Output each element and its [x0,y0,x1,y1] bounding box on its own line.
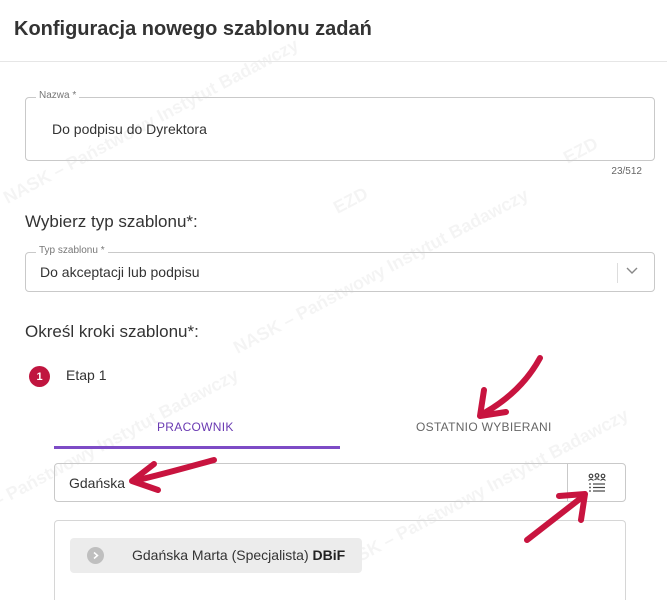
name-field[interactable]: Nazwa * Do podpisu do Dyrektora [25,90,655,161]
template-type-heading: Wybierz typ szablonu*: [25,212,198,231]
people-list-icon [587,472,606,492]
annotation-arrow-tab [477,355,543,419]
search-value[interactable]: Gdańska [69,475,125,491]
employee-search-input[interactable]: Gdańska [54,463,626,502]
name-char-counter: 23/512 [611,166,642,177]
steps-heading: Określ kroki szablonu*: [25,322,199,341]
template-type-value: Do akceptacji lub podpisu [40,264,200,280]
tab-ostatnio-wybierani[interactable]: OSTATNIO WYBIERANI [416,420,552,434]
active-tab-indicator [54,446,340,449]
page-title: Konfiguracja nowego szablonu zadań [14,18,372,40]
result-name-text: Gdańska Marta (Specjalista) [132,547,309,563]
result-department: DBiF [312,547,346,563]
chevron-down-icon[interactable] [624,262,640,278]
result-employee-name: Gdańska Marta (Specjalista) DBiF [132,547,345,563]
step-label[interactable]: Etap 1 [66,367,106,383]
page-header: Konfiguracja nowego szablonu zadań [0,0,667,62]
template-type-select[interactable]: Typ szablonu * Do akceptacji lub podpisu [25,245,655,292]
name-field-value[interactable]: Do podpisu do Dyrektora [52,121,207,137]
name-field-label: Nazwa * [36,90,80,101]
tab-pracownik[interactable]: PRACOWNIK [157,420,234,434]
step-number-badge: 1 [29,366,50,387]
select-divider [617,263,618,283]
people-list-button[interactable] [567,464,625,501]
template-type-label: Typ szablonu * [36,245,108,256]
search-results-panel: Gdańska Marta (Specjalista) DBiF [54,520,626,600]
chevron-right-icon[interactable] [87,547,104,564]
result-item[interactable]: Gdańska Marta (Specjalista) DBiF [70,538,362,573]
